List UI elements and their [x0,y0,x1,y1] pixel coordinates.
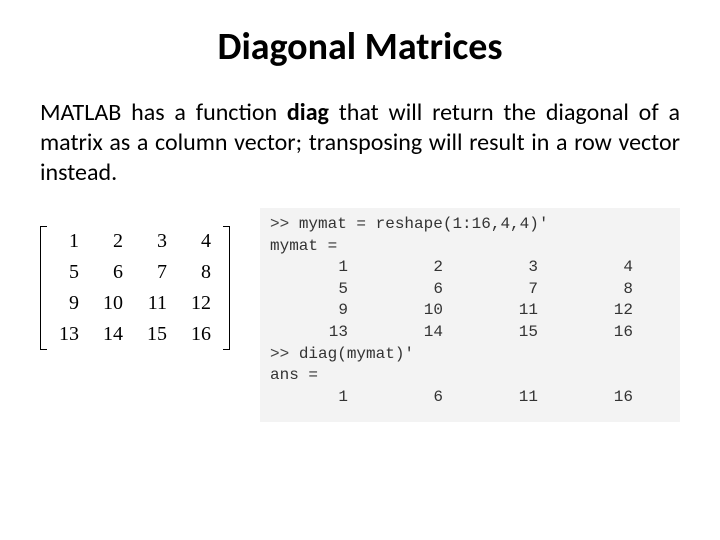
console-row: 1234 [270,257,670,279]
matrix-cell: 2 [91,226,135,257]
console-cell: 6 [348,279,443,301]
bracket-right-icon [223,226,230,350]
table-row: 5 6 7 8 [47,257,223,288]
console-cell: 1 [270,387,348,409]
matrix-table: 1 2 3 4 5 6 7 8 9 10 11 12 [47,226,223,350]
matlab-console: >> mymat = reshape(1:16,4,4)' mymat = 12… [260,208,680,422]
matrix-cell: 7 [135,257,179,288]
matrix-cell: 1 [47,226,91,257]
matrix-cell: 16 [179,319,223,350]
matrix-cell: 6 [91,257,135,288]
matrix-cell: 11 [135,288,179,319]
content-row: 1 2 3 4 5 6 7 8 9 10 11 12 [40,208,680,422]
matrix-cell: 8 [179,257,223,288]
console-cell: 10 [348,300,443,322]
console-cell: 15 [443,322,538,344]
console-cell: 11 [443,300,538,322]
console-row: 5678 [270,279,670,301]
matrix-display: 1 2 3 4 5 6 7 8 9 10 11 12 [40,208,230,350]
console-cell: 8 [538,279,633,301]
body-part1: MATLAB has a function [40,98,287,127]
console-cell: 16 [538,322,633,344]
console-line: mymat = [270,236,670,258]
console-cell: 12 [538,300,633,322]
prompt-icon: >> [270,215,299,233]
console-line: >> mymat = reshape(1:16,4,4)' [270,214,670,236]
table-row: 13 14 15 16 [47,319,223,350]
matrix-cell: 4 [179,226,223,257]
console-cell: 6 [348,387,443,409]
console-cell: 5 [270,279,348,301]
bracket-left-icon [40,226,47,350]
console-cell: 16 [538,387,633,409]
console-row: 9101112 [270,300,670,322]
matrix-cell: 15 [135,319,179,350]
matrix-cell: 9 [47,288,91,319]
table-row: 1 2 3 4 [47,226,223,257]
body-paragraph: MATLAB has a function diag that will ret… [40,98,680,188]
console-cell: 7 [443,279,538,301]
matrix-cell: 5 [47,257,91,288]
matrix-cell: 12 [179,288,223,319]
console-cell: 1 [270,257,348,279]
page-title: Diagonal Matrices [40,24,680,70]
console-line: ans = [270,365,670,387]
matrix-cell: 3 [135,226,179,257]
console-line: >> diag(mymat)' [270,344,670,366]
console-cell: 14 [348,322,443,344]
prompt-icon: >> [270,345,299,363]
console-row: 13141516 [270,322,670,344]
matrix-cell: 14 [91,319,135,350]
console-cell: 9 [270,300,348,322]
slide: Diagonal Matrices MATLAB has a function … [0,0,720,540]
console-cmd: diag(mymat)' [299,345,414,363]
console-cell: 11 [443,387,538,409]
matrix-cell: 10 [91,288,135,319]
console-cmd: mymat = reshape(1:16,4,4)' [299,215,549,233]
matrix-cell: 13 [47,319,91,350]
table-row: 9 10 11 12 [47,288,223,319]
console-cell: 3 [443,257,538,279]
console-cell: 2 [348,257,443,279]
console-cell: 4 [538,257,633,279]
console-cell: 13 [270,322,348,344]
body-bold: diag [287,98,329,127]
console-row: 161116 [270,387,670,409]
